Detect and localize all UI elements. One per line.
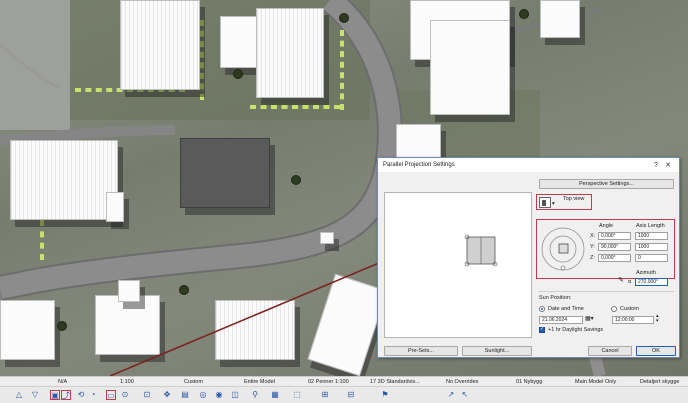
axis-y-label: Y:	[590, 244, 595, 250]
crop-icon[interactable]: ⊞	[320, 390, 330, 400]
layer-icon[interactable]: ▤	[180, 390, 190, 400]
3d-view-viewport[interactable]: Parallel Projection Settings ? ✕ Perspec…	[0, 0, 688, 376]
azimuth-field[interactable]: 270,000°	[635, 278, 668, 286]
pen-set-selector[interactable]: 02 Penner 1:100	[308, 379, 349, 385]
ok-button[interactable]: OK	[636, 346, 676, 356]
pan-icon[interactable]: ✥	[162, 390, 172, 400]
status-na: N/A	[58, 378, 68, 385]
floor-plan-preview-icon	[464, 234, 498, 267]
custom-selector[interactable]: Custom	[184, 379, 203, 385]
time-spinner-icon[interactable]: ▴ ▾	[656, 314, 659, 324]
azimuth-alpha-label: α	[628, 279, 632, 285]
daylight-savings-checkbox[interactable]: ✓	[539, 326, 545, 333]
divider	[538, 291, 674, 292]
date-time-radio[interactable]	[539, 306, 545, 312]
zoom-icon[interactable]: ⊙	[120, 390, 130, 400]
axis-y-length-field[interactable]: 1000	[635, 243, 668, 251]
sun-pointer-icon[interactable]: ⤴	[61, 390, 71, 400]
standard-view-selector[interactable]: 17 3D Standardvis...	[370, 379, 420, 385]
layer-selector[interactable]: 01 Nybygg	[516, 379, 542, 385]
presets-button[interactable]: Pre-Sets...	[384, 346, 458, 356]
flag-icon[interactable]: ⚑	[380, 390, 390, 400]
axis-length-header: Axis Length	[636, 223, 665, 229]
scale-selector[interactable]: 1:100	[120, 379, 134, 385]
axis-y-angle-field[interactable]: 90,000°	[598, 243, 631, 251]
custom-radio[interactable]	[611, 306, 617, 312]
perspective-settings-button[interactable]: Perspective Settings...	[539, 179, 674, 189]
camera-icon[interactable]: ◔	[88, 390, 98, 400]
filter-icon[interactable]: ⚲	[250, 390, 260, 400]
cursor-icon[interactable]: ↖	[460, 390, 470, 400]
marquee-icon[interactable]: ⬚	[292, 390, 302, 400]
3d-window-icon[interactable]: ▣	[50, 390, 60, 400]
section-icon[interactable]: ⊟	[346, 390, 356, 400]
projection-settings-icon[interactable]: ▭	[106, 390, 116, 400]
dialog-title: Parallel Projection Settings	[383, 162, 455, 168]
chevron-down-icon[interactable]: ▾	[552, 201, 555, 207]
shadow-selector[interactable]: Detaljert skygge	[640, 379, 679, 385]
target-icon[interactable]: ◎	[198, 390, 208, 400]
orbit-icon[interactable]: ⟲	[76, 390, 86, 400]
axis-z-angle-field[interactable]: 0,000°	[598, 254, 631, 262]
cancel-button[interactable]: Cancel	[588, 346, 632, 356]
axis-x-label: X:	[590, 233, 596, 239]
entire-model-selector[interactable]: Entire Model	[244, 379, 275, 385]
measure-icon[interactable]: ◫	[230, 390, 240, 400]
daylight-savings-label: +1 hr Daylight Savings	[548, 327, 604, 333]
arrow-icon[interactable]: ↗	[446, 390, 456, 400]
top-view-box-icon[interactable]	[539, 197, 551, 208]
bottom-toolbar: △ ▽ ▣ ⤴ ⟲ ◔ ▭ ⊙ ⊡ ✥ ▤ ◎ ◉ ◫ ⚲ ▦ ⬚ ⊞ ⊟ ⚑ …	[0, 386, 688, 403]
azimuth-compass-icon	[540, 226, 586, 272]
eye-icon[interactable]: ◉	[214, 390, 224, 400]
parallel-projection-dialog: Parallel Projection Settings ? ✕ Perspec…	[377, 157, 680, 358]
sun-position-label: Sun Position:	[539, 295, 572, 301]
close-button[interactable]: ✕	[662, 161, 674, 169]
projection-preview	[384, 192, 532, 338]
date-time-label: Date and Time	[548, 306, 584, 312]
azimuth-label: Azimuth	[636, 270, 656, 276]
calendar-icon[interactable]: ▦▾	[585, 315, 594, 322]
triangle-icon[interactable]: ▽	[30, 390, 40, 400]
help-button[interactable]: ?	[650, 162, 662, 169]
grid-icon[interactable]: ▦	[270, 390, 280, 400]
view-name-label: Top view	[563, 196, 585, 202]
axis-z-length-field[interactable]: 0	[635, 254, 668, 262]
triangle-icon[interactable]: △	[14, 390, 24, 400]
overrides-selector[interactable]: No Overrides	[446, 379, 478, 385]
axis-x-angle-field[interactable]: 0,000°	[598, 232, 631, 240]
azimuth-pen-icon: ✎	[618, 277, 624, 284]
custom-label: Custom	[620, 306, 639, 312]
dialog-titlebar[interactable]: Parallel Projection Settings ? ✕	[378, 158, 679, 172]
fit-icon[interactable]: ⊡	[142, 390, 152, 400]
time-field[interactable]: 12:00:00	[612, 316, 654, 324]
date-field[interactable]: 21.06.2024	[539, 316, 583, 324]
angle-header: Angle	[599, 223, 614, 229]
model-option-selector[interactable]: Main Model Only	[575, 379, 616, 385]
sunlight-button[interactable]: Sunlight...	[462, 346, 532, 356]
axis-z-label: Z:	[590, 255, 595, 261]
axis-x-length-field[interactable]: 1000	[635, 232, 668, 240]
status-bar: N/A 1:100 Custom Entire Model 02 Penner …	[0, 376, 688, 386]
